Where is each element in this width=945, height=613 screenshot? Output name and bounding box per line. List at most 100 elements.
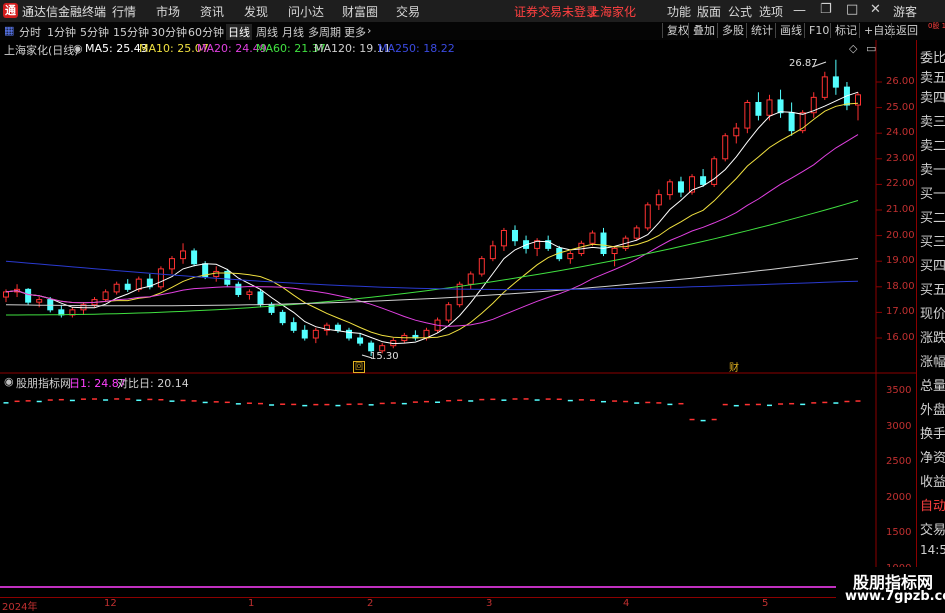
menu-item-banmian[interactable]: 版面 xyxy=(697,3,721,20)
index-candle xyxy=(125,398,131,400)
period-15min[interactable]: 15分钟 xyxy=(113,24,149,40)
index-candle xyxy=(3,402,9,404)
index-candle xyxy=(158,398,164,401)
event-marker-icon[interactable]: 回 xyxy=(353,361,365,373)
btn-duogu[interactable]: 多股 xyxy=(717,23,744,38)
price-tick: 20.00 xyxy=(886,229,915,241)
restore-icon[interactable]: ❐ xyxy=(820,2,832,17)
index-candle xyxy=(114,398,120,400)
app-logo-icon: 通 xyxy=(3,3,18,18)
price-tick: 21.00 xyxy=(886,204,915,215)
period-daily-active[interactable]: 日线 xyxy=(226,24,252,40)
index-candle xyxy=(855,400,861,402)
candle-body xyxy=(489,245,496,260)
index-candle xyxy=(202,401,208,404)
candle-body xyxy=(168,258,175,270)
menu-item-xuanxiang[interactable]: 选项 xyxy=(759,3,783,20)
quote-field-0: 委比 xyxy=(920,51,945,66)
quote-field-11: 现价 xyxy=(920,307,945,322)
menu-item-zixun[interactable]: 资讯 xyxy=(200,3,224,20)
price-tick: 25.00 xyxy=(886,101,915,113)
btn-f10[interactable]: F10 xyxy=(804,23,829,38)
period-5min[interactable]: 5分钟 xyxy=(80,24,109,40)
index-candle xyxy=(379,402,385,405)
close-icon[interactable]: ✕ xyxy=(870,2,881,17)
date-axis: 2024年 12 1 2 3 4 5 xyxy=(0,597,916,613)
menu-item-hangqing[interactable]: 行情 xyxy=(112,3,136,20)
index-candle xyxy=(501,399,507,401)
quote-field-15: 外盘 xyxy=(920,403,945,418)
app-title: 通达信金融终端 xyxy=(22,5,107,19)
indicator-settings-icon[interactable]: ◉ xyxy=(4,375,14,388)
candle-body xyxy=(312,329,319,339)
price-tick: 19.00 xyxy=(886,255,915,267)
index-candle xyxy=(556,398,562,401)
menu-item-shichang[interactable]: 市场 xyxy=(156,3,180,20)
candle-body xyxy=(722,135,729,160)
btn-tongji[interactable]: 统计 xyxy=(746,23,773,38)
index-candle xyxy=(656,402,662,404)
index-candle xyxy=(722,403,728,406)
menu-bar: 通 通达信金融终端 行情 市场 资讯 发现 问小达 财富圈 交易 证券交易未登录… xyxy=(0,0,945,23)
menu-item-jiaoyi[interactable]: 交易 xyxy=(396,3,420,20)
kline-chart[interactable] xyxy=(0,40,916,597)
index-candle xyxy=(623,400,629,403)
btn-fanhui[interactable]: 返回 xyxy=(891,23,918,38)
candle-body xyxy=(766,99,773,116)
index-candle xyxy=(401,402,407,405)
indicator-tick: 2500 xyxy=(886,456,912,467)
index-candle xyxy=(324,403,330,406)
index-candle xyxy=(744,403,750,406)
finance-marker-icon[interactable]: 财 xyxy=(729,359,739,374)
candle-body xyxy=(102,291,109,301)
index-candle xyxy=(601,400,607,403)
quote-field-21: 14:56 xyxy=(920,543,945,557)
price-tick: 18.00 xyxy=(886,280,915,292)
quote-field-19: 自动 xyxy=(920,499,945,514)
candle-body xyxy=(755,101,762,116)
period-fenshi[interactable]: 分时 xyxy=(19,24,41,40)
index-candle xyxy=(36,400,42,403)
quote-field-12: 涨跌 xyxy=(920,331,945,346)
index-candle xyxy=(213,401,219,403)
candle-body xyxy=(589,232,596,244)
index-candle xyxy=(180,399,186,402)
candle-body xyxy=(157,268,164,288)
btn-diejia[interactable]: 叠加 xyxy=(688,23,715,38)
period-60min[interactable]: 60分钟 xyxy=(188,24,224,40)
period-monthly[interactable]: 月线 xyxy=(282,24,304,40)
menu-item-gongneng[interactable]: 功能 xyxy=(667,3,691,20)
more-chevron-icon[interactable]: › xyxy=(367,24,371,37)
date-axis-1: 1 xyxy=(248,598,255,609)
candle-body xyxy=(3,291,9,298)
candle-body xyxy=(113,283,120,293)
period-multi[interactable]: 多周期 xyxy=(308,24,341,40)
btn-biaoji[interactable]: 标记 xyxy=(830,23,857,38)
index-candle xyxy=(257,402,263,405)
maximize-icon[interactable]: □ xyxy=(846,2,858,17)
minimize-icon[interactable]: — xyxy=(793,3,806,18)
period-1min[interactable]: 1分钟 xyxy=(47,24,76,40)
candle-body xyxy=(346,329,353,339)
menu-item-gongshi[interactable]: 公式 xyxy=(728,3,752,20)
btn-fuquan[interactable]: 复权 xyxy=(662,23,689,38)
candle-body xyxy=(357,337,364,344)
index-candle xyxy=(302,404,308,407)
quote-field-4: 卖二 xyxy=(920,139,945,154)
index-candle xyxy=(755,403,761,406)
btn-huaxian[interactable]: 画线 xyxy=(775,23,802,38)
candle-body xyxy=(666,181,673,196)
period-30min[interactable]: 30分钟 xyxy=(151,24,187,40)
date-axis-4: 4 xyxy=(623,598,630,609)
period-more[interactable]: 更多 xyxy=(344,24,366,40)
period-weekly[interactable]: 周线 xyxy=(256,24,278,40)
menu-item-wenxiaoda[interactable]: 问小达 xyxy=(288,3,324,20)
btn-zixuan[interactable]: +自选 xyxy=(859,23,895,38)
menu-item-caifuquan[interactable]: 财富圈 xyxy=(342,3,378,20)
user-guest[interactable]: 游客 xyxy=(893,3,917,20)
candle-body xyxy=(445,304,452,321)
login-status[interactable]: 证券交易未登录 xyxy=(514,3,598,20)
menu-item-faxian[interactable]: 发现 xyxy=(244,3,268,20)
index-candle xyxy=(645,401,651,404)
grid-icon[interactable]: ▦ xyxy=(4,24,14,37)
